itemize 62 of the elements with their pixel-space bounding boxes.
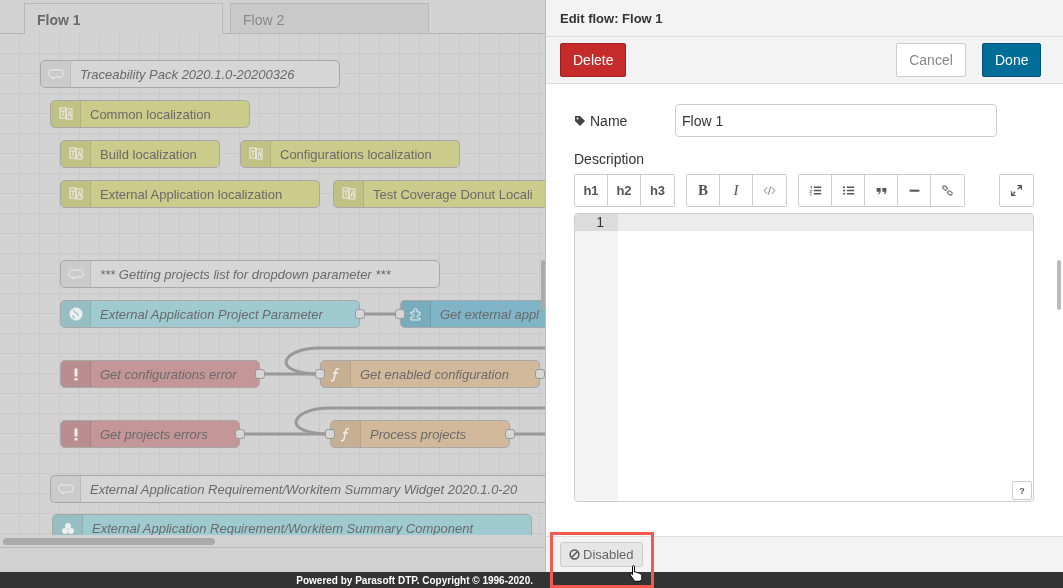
bold-button[interactable]: B xyxy=(687,175,720,206)
speech-bubble-icon xyxy=(57,481,74,497)
bullet-list-icon xyxy=(841,184,855,197)
cluster-icon xyxy=(59,520,76,535)
code-editor[interactable]: 1 ? xyxy=(574,213,1034,502)
scrollbar-thumb[interactable] xyxy=(3,537,215,545)
help-button[interactable]: ? xyxy=(1012,481,1032,500)
flow-node[interactable]: External Application Project Parameter xyxy=(60,300,360,328)
flow-node[interactable]: External Application localization xyxy=(60,180,320,208)
tag-icon xyxy=(574,114,586,127)
output-port[interactable] xyxy=(505,429,515,439)
flow-node[interactable]: External Application Requirement/Workitem Summary Widget 2020.1.0-20 xyxy=(50,475,545,503)
translate-icon xyxy=(67,186,84,202)
flow-node[interactable]: Get enabled configuration xyxy=(320,360,540,388)
numbered-list-icon xyxy=(808,184,822,197)
ban-icon xyxy=(569,549,580,560)
flow-node[interactable]: *** Getting projects list for dropdown parameter *** xyxy=(60,260,440,288)
flow-node[interactable]: Configurations localization xyxy=(240,140,460,168)
flow-tab[interactable]: Flow 1 xyxy=(24,3,223,34)
expand-button[interactable] xyxy=(1000,175,1033,206)
flow-node[interactable]: Common localization xyxy=(50,100,250,128)
panel-title: Edit flow: Flow 1 xyxy=(560,10,663,26)
heading-button[interactable]: h1 xyxy=(575,175,608,206)
flow-node[interactable]: Traceability Pack 2020.1.0-20200326 xyxy=(40,60,340,88)
flow-node[interactable]: Test Coverage Donut Locali xyxy=(333,180,545,208)
input-port[interactable] xyxy=(395,309,405,319)
input-port[interactable] xyxy=(325,429,335,439)
flow-node[interactable]: Build localization xyxy=(60,140,220,168)
done-button[interactable]: Done xyxy=(982,43,1041,77)
description-label: Description xyxy=(574,151,646,167)
input-port[interactable] xyxy=(315,369,325,379)
link-icon xyxy=(941,184,954,197)
flow-node[interactable]: External Application Requirement/Workitem Summary Component xyxy=(52,514,532,535)
line-number: 1 xyxy=(575,214,618,231)
flow-node[interactable]: Get configurations error xyxy=(60,360,260,388)
delete-button[interactable]: Delete xyxy=(560,43,626,77)
translate-icon xyxy=(57,106,74,122)
puzzle-icon xyxy=(407,306,424,322)
cancel-button[interactable]: Cancel xyxy=(896,43,966,77)
translate-icon xyxy=(67,146,84,162)
name-field[interactable]: Flow 1 xyxy=(675,104,997,137)
output-port[interactable] xyxy=(255,369,265,379)
speech-bubble-icon xyxy=(67,266,84,282)
copyright-text: Powered by Parasoft DTP. Copyright © 1996-2020. xyxy=(295,574,533,586)
translate-icon xyxy=(247,146,264,162)
scrollbar-thumb[interactable] xyxy=(541,260,545,310)
name-label: Name xyxy=(574,112,675,129)
speech-bubble-icon xyxy=(47,66,64,82)
flow-node[interactable]: Get projects errors xyxy=(60,420,240,448)
flow-node[interactable]: Process projects xyxy=(330,420,510,448)
flow-tab[interactable]: Flow 2 xyxy=(230,3,429,33)
scrollbar-thumb[interactable] xyxy=(1057,260,1061,310)
code-icon xyxy=(763,184,776,197)
globe-icon xyxy=(67,306,84,322)
expand-icon xyxy=(1010,184,1023,197)
exclamation-icon xyxy=(73,427,78,441)
output-port[interactable] xyxy=(235,429,245,439)
translate-icon xyxy=(340,186,357,202)
numbered-list-button[interactable] xyxy=(799,175,832,206)
flow-node[interactable]: Get external appl xyxy=(400,300,545,328)
output-port[interactable] xyxy=(355,309,365,319)
exclamation-icon xyxy=(73,367,78,381)
